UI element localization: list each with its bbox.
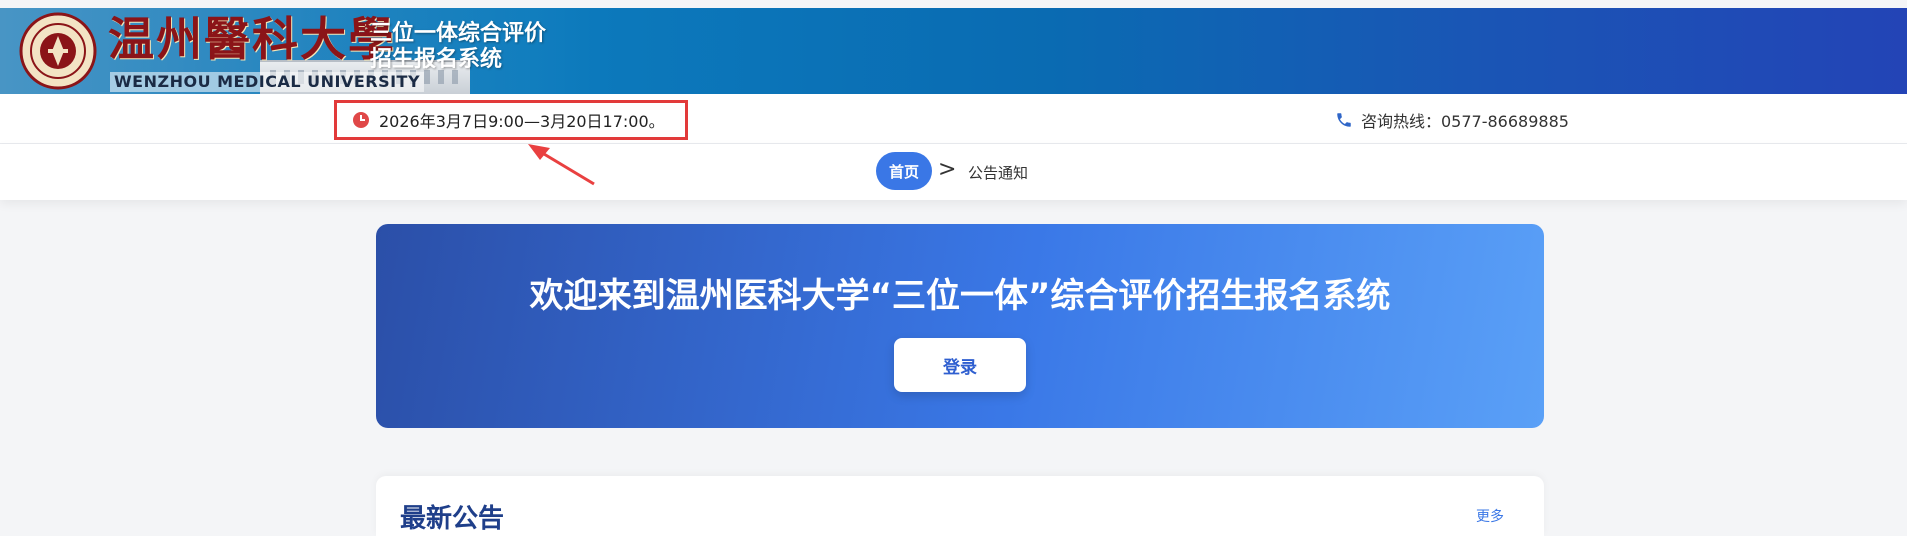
clock-icon <box>353 112 369 128</box>
annotation-arrow-icon <box>528 144 595 186</box>
breadcrumb-current: 公告通知 <box>968 164 1029 182</box>
latest-notices-panel: 最新公告 更多 <box>376 476 1544 536</box>
system-title: 三位一体综合评价 招生报名系统 <box>370 20 546 72</box>
system-title-line2: 招生报名系统 <box>370 46 503 72</box>
hotline-text: 咨询热线：0577-86689885 <box>1361 112 1569 131</box>
registration-time-box: 2026年3月7日9:00—3月20日17:00。 <box>334 100 688 140</box>
notices-more-link[interactable]: 更多 <box>1476 506 1504 526</box>
breadcrumb: 首页 > 公告通知 <box>0 144 1907 200</box>
welcome-hero: 欢迎来到温州医科大学“三位一体”综合评价招生报名系统 登录 <box>376 224 1544 428</box>
breadcrumb-separator: > <box>938 157 957 182</box>
university-name-chinese: 温州醫科大學 <box>108 12 396 66</box>
login-button[interactable]: 登录 <box>894 338 1026 392</box>
university-name-english: WENZHOU MEDICAL UNIVERSITY <box>110 72 425 92</box>
site-header-banner: 温州醫科大學 WENZHOU MEDICAL UNIVERSITY 三位一体综合… <box>0 8 1907 94</box>
breadcrumb-home-link[interactable]: 首页 <box>876 152 932 190</box>
university-seal-logo <box>19 12 97 90</box>
info-bar: 2026年3月7日9:00—3月20日17:00。 <box>0 94 1907 144</box>
system-title-line1: 三位一体综合评价 <box>370 20 547 46</box>
hotline: 咨询热线：0577-86689885 <box>1335 108 1569 132</box>
phone-icon <box>1337 113 1351 127</box>
hero-title: 欢迎来到温州医科大学“三位一体”综合评价招生报名系统 <box>529 276 1391 316</box>
notices-title: 最新公告 <box>400 504 505 534</box>
registration-time-text: 2026年3月7日9:00—3月20日17:00。 <box>379 112 665 131</box>
